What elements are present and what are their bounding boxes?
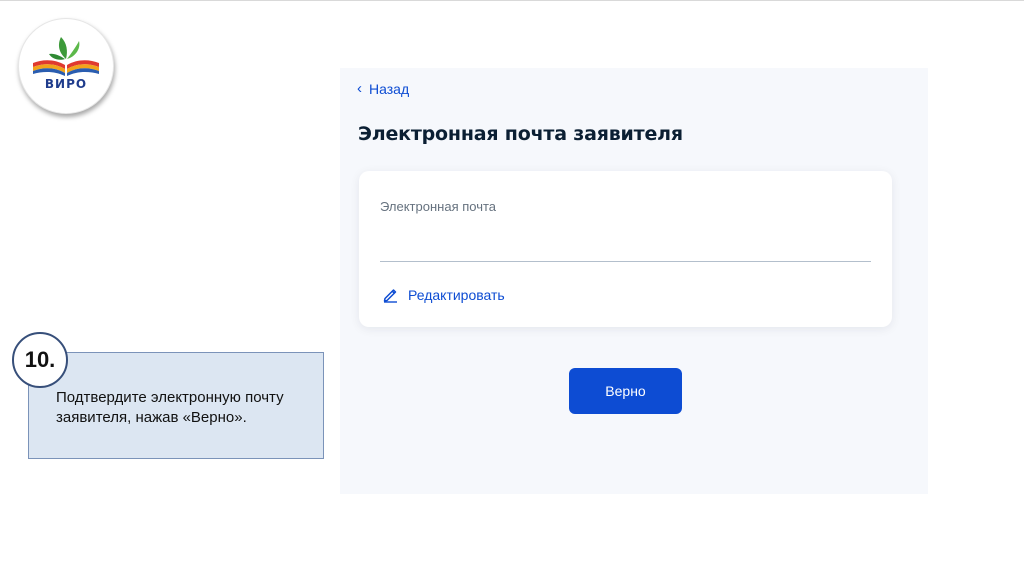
email-card: Электронная почта Редактировать	[359, 171, 892, 327]
confirm-button[interactable]: Верно	[569, 368, 682, 414]
step-instruction-text: Подтвердите электронную почту заявителя,…	[56, 389, 284, 426]
step-instruction-panel: Подтвердите электронную почту заявителя,…	[28, 352, 324, 459]
back-link-label: Назад	[369, 80, 410, 97]
email-field-label: Электронная почта	[380, 199, 497, 214]
edit-link[interactable]: Редактировать	[382, 286, 505, 303]
edit-link-label: Редактировать	[408, 286, 505, 303]
pencil-icon	[383, 289, 397, 303]
viro-logo: ВИРО	[18, 18, 114, 114]
top-divider	[0, 0, 1024, 1]
step-number-badge: 10.	[12, 332, 68, 388]
chevron-left-icon: ‹	[357, 80, 362, 97]
back-link[interactable]: ‹ Назад	[357, 80, 409, 97]
email-field[interactable]	[380, 223, 871, 262]
application-screen: ‹ Назад Электронная почта заявителя Элек…	[340, 68, 928, 494]
page-title: Электронная почта заявителя	[358, 123, 683, 145]
book-leaves-icon	[33, 37, 99, 76]
logo-text: ВИРО	[44, 77, 88, 91]
step-number: 10.	[24, 347, 56, 372]
